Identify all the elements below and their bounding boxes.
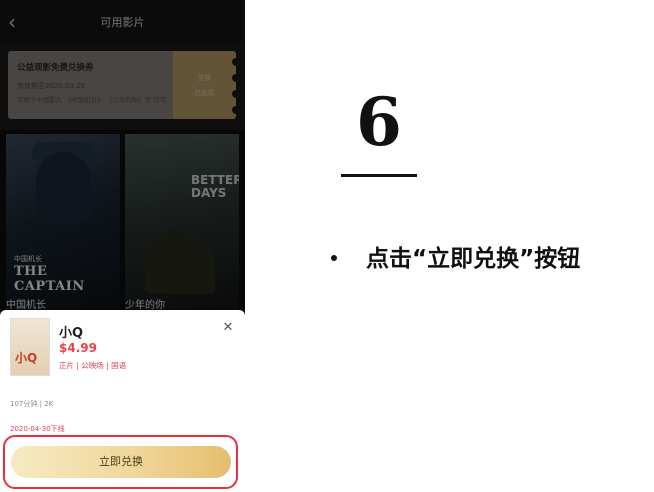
movie-meta: 107分钟 | 2K [10, 400, 54, 408]
movie-tags: 正片 | 公映场 | 国语 [59, 361, 127, 370]
bullet-icon [331, 255, 337, 261]
offline-date: 2020-04-30下线 [10, 425, 65, 433]
movie-price: $4.99 [59, 341, 97, 355]
close-icon[interactable]: ✕ [220, 320, 236, 336]
step-number: 6 [356, 83, 402, 161]
step-underline [341, 174, 417, 177]
bottom-sheet: 小Q 小Q $4.99 正片 | 公映场 | 国语 ✕ 107分钟 | 2K 2… [0, 310, 245, 492]
movie-thumbnail: 小Q [10, 318, 50, 376]
phone-screenshot: ‹ 可用影片 公益观影免费兑换券 有效期至2020.03.29 可用于中国影片 … [0, 0, 245, 492]
thumbnail-title: 小Q [15, 351, 38, 365]
redeem-now-button[interactable]: 立即兑换 [11, 446, 231, 478]
modal-overlay[interactable] [0, 0, 245, 310]
instruction-text: 点击“立即兑换”按钮 [366, 246, 581, 272]
movie-title: 小Q [59, 326, 84, 341]
